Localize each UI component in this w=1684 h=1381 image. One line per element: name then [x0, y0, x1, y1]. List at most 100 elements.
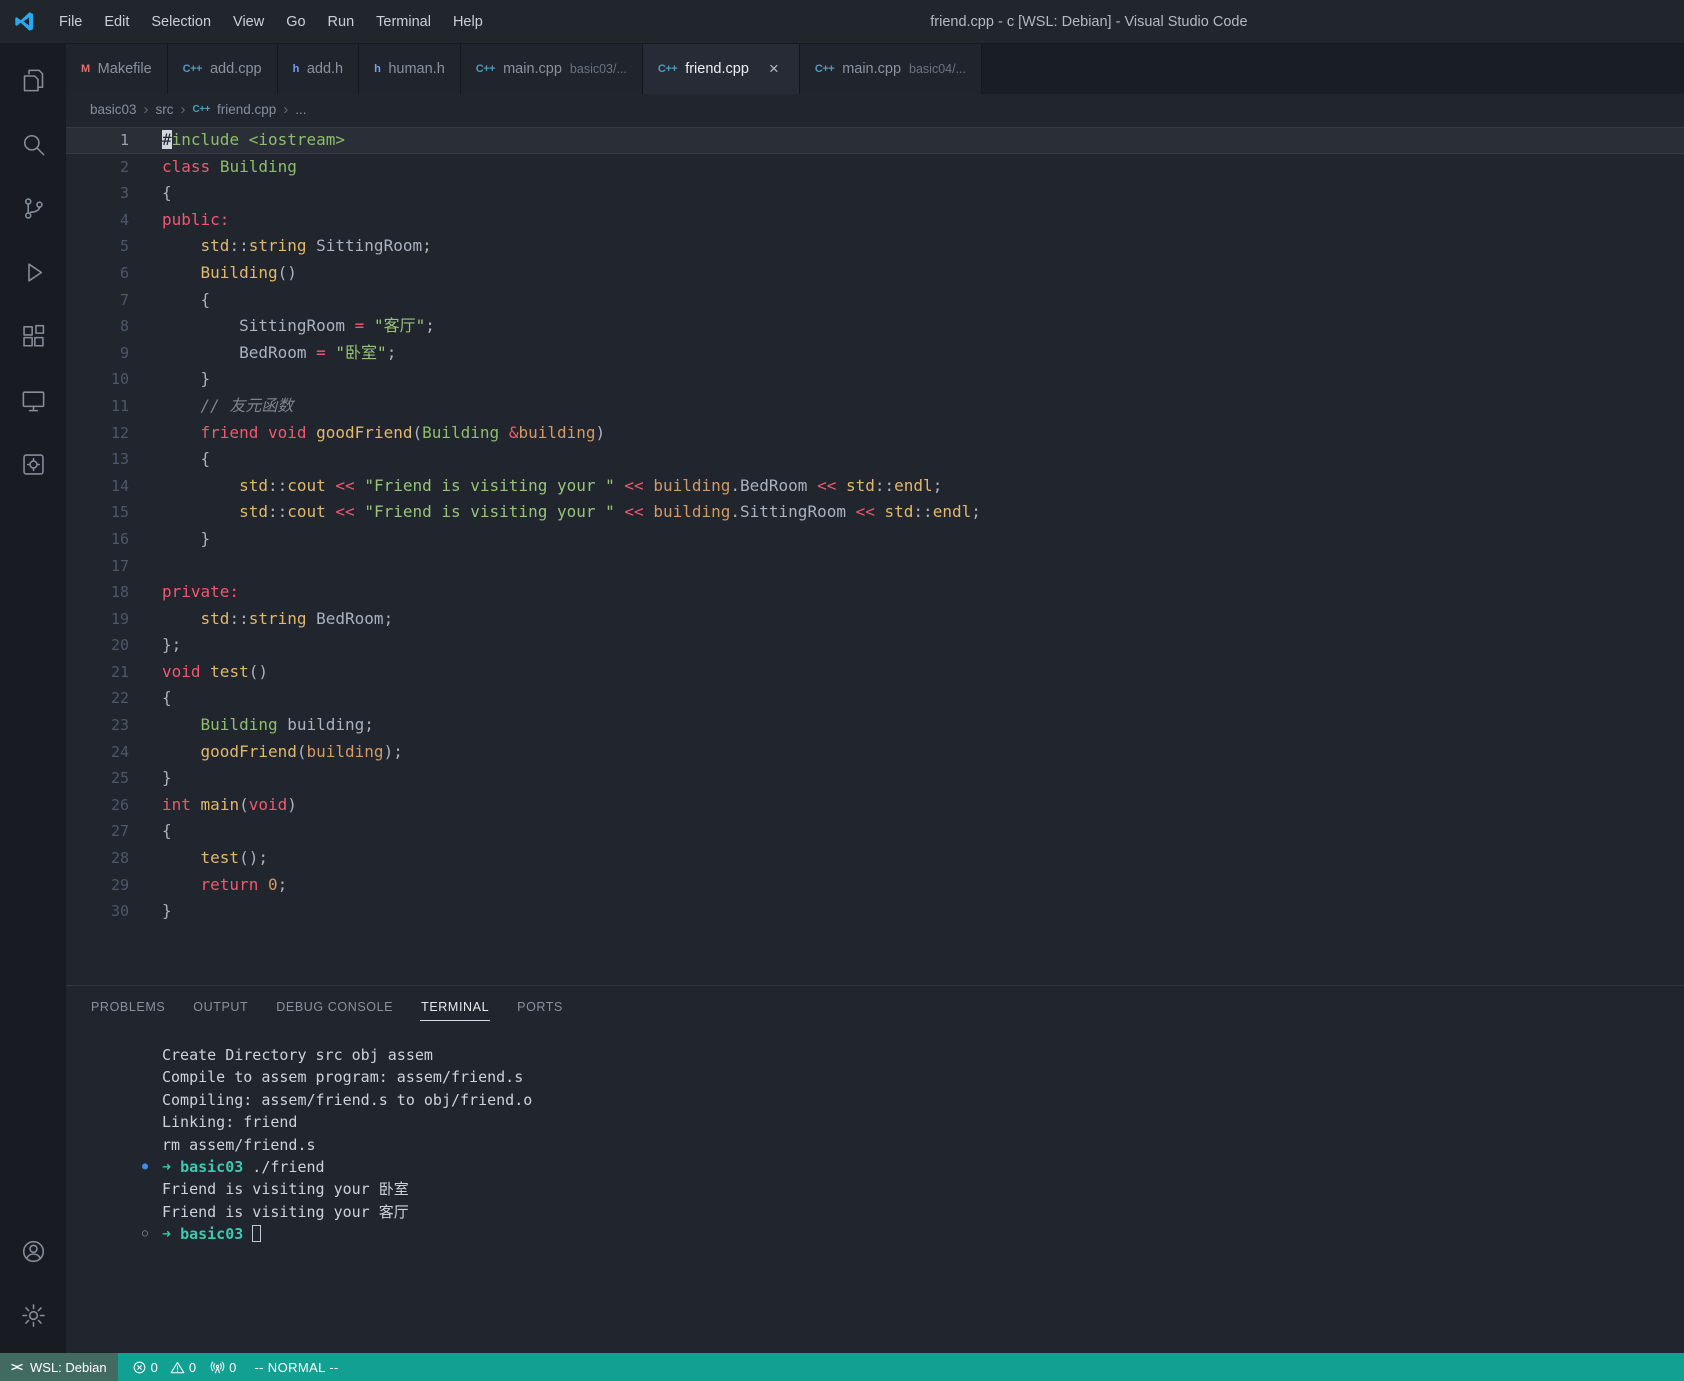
remote-icon: >< [11, 1360, 23, 1374]
breadcrumb-item-friend.cpp[interactable]: friend.cpp [217, 102, 276, 117]
code-line-29[interactable]: 29 return 0; [66, 872, 1684, 899]
line-number: 15 [110, 503, 129, 522]
code-line-27[interactable]: 27 { [66, 818, 1684, 845]
code-line-26[interactable]: 26 int main(void) [66, 792, 1684, 819]
terminal-line: Friend is visiting your 卧室 [162, 1180, 409, 1199]
breadcrumb-item-...[interactable]: ... [295, 102, 306, 117]
code-text: // 友元函数 [200, 395, 294, 415]
code-line-1[interactable]: 1 #include <iostream> [66, 127, 1684, 154]
panel-tab-problems[interactable]: PROBLEMS [90, 996, 166, 1021]
tab-Makefile[interactable]: M Makefile [66, 44, 168, 94]
settings-gear-icon[interactable] [0, 1283, 66, 1347]
code-text: { [162, 183, 172, 203]
code-line-16[interactable]: 16 } [66, 526, 1684, 553]
code-text: }; [162, 635, 182, 655]
code-line-3[interactable]: 3{ [66, 180, 1684, 207]
code-line-10[interactable]: 10 } [66, 366, 1684, 393]
menu-selection[interactable]: Selection [140, 9, 222, 35]
tab-add.h[interactable]: h add.h [277, 44, 360, 94]
code-line-14[interactable]: 14 std::cout << "Friend is visiting your… [66, 473, 1684, 500]
panel-tab-output[interactable]: OUTPUT [192, 996, 249, 1021]
code-editor[interactable]: 1 #include <iostream> 2 class Building 3{4 pu… [66, 124, 1684, 985]
line-number: 11 [110, 396, 129, 415]
ports-count: 0 [229, 1359, 237, 1375]
code-line-4[interactable]: 4 public: [66, 207, 1684, 234]
terminal-output: Create Directory src obj assem Compile to… [142, 1044, 1684, 1246]
tab-friend.cpp[interactable]: C++ friend.cpp × [642, 44, 800, 94]
code-line-21[interactable]: 21 void test() [66, 659, 1684, 686]
cpp-file-icon: C++ [475, 63, 496, 75]
breadcrumb-item-basic03[interactable]: basic03 [90, 102, 137, 117]
line-number: 20 [110, 636, 129, 655]
menu-file[interactable]: File [48, 9, 93, 35]
account-icon[interactable] [0, 1219, 66, 1283]
command-decoration-icon[interactable]: ● [142, 1156, 148, 1178]
menu-help[interactable]: Help [442, 9, 494, 35]
line-number: 28 [110, 849, 129, 868]
terminal-line: Compile to assem program: assem/friend.s [162, 1068, 524, 1087]
code-line-30[interactable]: 30} [66, 898, 1684, 925]
terminal[interactable]: Create Directory src obj assem Compile to… [66, 1030, 1684, 1353]
code-line-9[interactable]: 9 BedRoom = "卧室"; [66, 340, 1684, 367]
code-line-25[interactable]: 25} [66, 765, 1684, 792]
command-decoration-icon[interactable]: ○ [142, 1223, 148, 1245]
tab-main.cpp[interactable]: C++ main.cpp basic03/... [460, 44, 643, 94]
code-line-5[interactable]: 5 std::string SittingRoom; [66, 233, 1684, 260]
close-icon[interactable]: × [764, 59, 784, 79]
menu-edit[interactable]: Edit [93, 9, 140, 35]
broadcast-icon [210, 1360, 225, 1375]
line-number: 13 [110, 450, 129, 469]
source-control-icon[interactable] [0, 176, 66, 240]
code-text: #include <iostream> [162, 130, 346, 149]
code-line-15[interactable]: 15 std::cout << "Friend is visiting your… [66, 499, 1684, 526]
code-line-18[interactable]: 18 private: [66, 579, 1684, 606]
line-number: 29 [110, 875, 129, 894]
code-line-6[interactable]: 6 Building() [66, 260, 1684, 287]
tab-add.cpp[interactable]: C++ add.cpp [167, 44, 278, 94]
code-line-2[interactable]: 2 class Building [66, 154, 1684, 181]
remote-indicator[interactable]: >< WSL: Debian [0, 1353, 118, 1381]
window-title: friend.cpp - c [WSL: Debian] - Visual St… [930, 13, 1248, 30]
tab-label: friend.cpp [685, 61, 749, 77]
code-line-8[interactable]: 8 SittingRoom = "客厅"; [66, 313, 1684, 340]
code-line-11[interactable]: 11 // 友元函数 [66, 393, 1684, 420]
explorer-icon[interactable] [0, 48, 66, 112]
panel-tab-bar: PROBLEMS OUTPUT DEBUG CONSOLE TERMINAL PORTS [66, 986, 1684, 1030]
panel-tab-ports[interactable]: PORTS [516, 996, 564, 1021]
container-gear-icon[interactable] [0, 432, 66, 496]
breadcrumb-item-src[interactable]: src [156, 102, 174, 117]
code-text: { [162, 289, 211, 309]
vscode-window: File Edit Selection View Go Run Terminal Help f… [0, 0, 1684, 1381]
line-number: 8 [119, 317, 129, 336]
menu-terminal[interactable]: Terminal [365, 9, 442, 35]
run-debug-icon[interactable] [0, 240, 66, 304]
code-line-7[interactable]: 7 { [66, 287, 1684, 314]
panel-tab-debug-console[interactable]: DEBUG CONSOLE [275, 996, 394, 1021]
menu-go[interactable]: Go [275, 9, 316, 35]
code-line-13[interactable]: 13 { [66, 446, 1684, 473]
problems-status[interactable]: 0 0 [132, 1360, 196, 1375]
code-line-23[interactable]: 23 Building building; [66, 712, 1684, 739]
code-text: Building() [200, 262, 297, 282]
extensions-icon[interactable] [0, 304, 66, 368]
code-line-20[interactable]: 20}; [66, 632, 1684, 659]
tab-main.cpp[interactable]: C++ main.cpp basic04/... [799, 44, 983, 94]
mk-file-icon: M [81, 63, 90, 75]
panel-tab-terminal[interactable]: TERMINAL [420, 996, 491, 1021]
line-number: 2 [119, 157, 129, 176]
activity-bar-bottom [0, 1219, 66, 1347]
menu-view[interactable]: View [222, 9, 275, 35]
code-line-19[interactable]: 19 std::string BedRoom; [66, 606, 1684, 633]
remote-explorer-icon[interactable] [0, 368, 66, 432]
tab-human.h[interactable]: h human.h [359, 44, 461, 94]
code-line-12[interactable]: 12 friend void goodFriend(Building &buil… [66, 420, 1684, 447]
code-line-24[interactable]: 24 goodFriend(building); [66, 739, 1684, 766]
ports-status[interactable]: 0 [210, 1360, 236, 1375]
code-line-28[interactable]: 28 test(); [66, 845, 1684, 872]
menu-run[interactable]: Run [317, 9, 366, 35]
code-line-17[interactable]: 17 [66, 553, 1684, 580]
code-text: int main(void) [162, 794, 297, 814]
code-line-22[interactable]: 22 { [66, 685, 1684, 712]
code-text: private: [162, 582, 240, 602]
search-icon[interactable] [0, 112, 66, 176]
